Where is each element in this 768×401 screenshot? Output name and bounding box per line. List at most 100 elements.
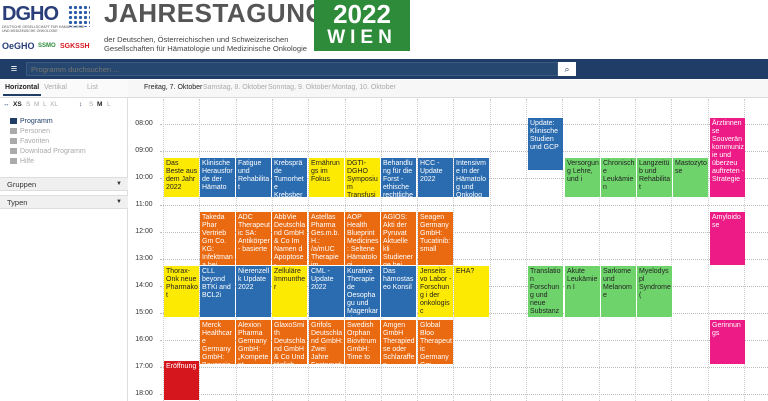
tab-day-4[interactable]: Montag, 10. Oktober — [332, 84, 396, 91]
tab-vertikal[interactable]: Vertikal — [44, 84, 67, 91]
size-l[interactable]: L — [43, 101, 47, 108]
tab-horizontal[interactable]: Horizontal — [3, 84, 42, 96]
session-block[interactable]: Update: Klinische Studien und GCP — [528, 118, 563, 170]
hour-label: 14:00 — [135, 282, 153, 289]
session-block[interactable]: Das Beste aus dem Jahr 2022 — [164, 158, 199, 197]
hour-label: 10:00 — [135, 174, 153, 181]
session-block[interactable]: Jenseits vo Labor - Forschung i der onko… — [418, 266, 453, 317]
session-block[interactable]: Zelluläre Immunther — [272, 266, 307, 317]
subtitle-line-1: der Deutschen, Österreichischen und Schw… — [104, 35, 289, 44]
hour-label: 15:00 — [135, 309, 153, 316]
session-block[interactable]: Gerinnungs — [710, 320, 745, 364]
session-block[interactable]: Swedish Orphan Biovitrum GmbH: Time to — [345, 320, 380, 364]
session-block[interactable]: GlaxoSmith Deutschland GmbH & Co Und täg… — [272, 320, 307, 364]
nav-download[interactable]: Download Programm — [10, 147, 86, 157]
event-city: WIEN — [327, 27, 397, 48]
session-block[interactable]: Eröffnung — [164, 361, 199, 400]
hour-label: 09:00 — [135, 147, 153, 154]
size-xl[interactable]: XL — [50, 101, 58, 108]
height-arrows-icon: ↕ — [79, 101, 83, 108]
session-block[interactable]: Takeda Phar Vertrieb Gm Co. KG: Infektma… — [200, 212, 235, 265]
dgho-logo[interactable]: DGHO DEUTSCHE GESELLSCHAFT FÜR HÄMATOLOG… — [2, 3, 94, 53]
search-bar: ≡ ⌕ — [0, 59, 768, 79]
schedule-grid: 08:00 09:00 10:00 11:00 12:00 13:00 14:00 15:00… — [128, 99, 768, 401]
session-block[interactable]: Langzeitüb und Rehabilitat — [637, 158, 672, 197]
person-icon — [10, 128, 17, 135]
session-block[interactable]: Klinische Herausforde der Hämato — [200, 158, 235, 197]
session-block[interactable]: Kurative Therapie de Oesophagu und Magen… — [345, 266, 380, 317]
size-s[interactable]: S — [26, 101, 30, 108]
sgkssh-logo: SGKSSH — [60, 43, 90, 50]
download-icon — [10, 148, 17, 155]
session-block[interactable]: Akute Leukämien I — [565, 266, 600, 317]
size-xs[interactable]: XS — [13, 101, 22, 108]
nav-favoriten[interactable]: Favoriten — [10, 137, 86, 147]
room-gridline — [163, 99, 164, 401]
nav-list: Programm Personen Favoriten Download Pro… — [10, 117, 86, 167]
height-s[interactable]: S — [89, 101, 93, 108]
room-gridline — [634, 99, 636, 401]
search-icon[interactable]: ⌕ — [558, 62, 576, 76]
session-block[interactable]: DGTI-DGHO Symposium Transfusion — [345, 158, 380, 197]
session-block[interactable]: Thorax-Onk neue Pharmakot — [164, 266, 199, 317]
chevron-down-icon: ▼ — [116, 181, 122, 187]
nav-programm[interactable]: Programm — [10, 117, 86, 127]
width-arrows-icon: ↔ — [3, 101, 10, 108]
dgho-subtitle: DEUTSCHE GESELLSCHAFT FÜR HÄMATOLOGIE UN… — [2, 25, 85, 33]
session-block[interactable]: Merck Healthcare Germany GmbH: Bavencio — [200, 320, 235, 364]
nav-hilfe[interactable]: Hilfe — [10, 157, 86, 167]
hour-label: 08:00 — [135, 120, 153, 127]
session-block[interactable]: Ernährungs im Fokus — [309, 158, 344, 197]
tab-day-1[interactable]: Freitag, 7. Oktober — [144, 84, 202, 91]
filter-typen[interactable]: Typen ▼ — [0, 195, 128, 209]
session-block[interactable]: Ärztinnense Souverän kommunizie und über… — [710, 118, 745, 197]
session-block[interactable]: CML - Update 2022 — [309, 266, 344, 317]
session-block[interactable]: Myelodyspl Syndrome ( — [637, 266, 672, 317]
session-block[interactable]: AGIOS: Akti der Pyruvat Aktuelle kli Stu… — [381, 212, 416, 265]
session-block[interactable]: Intensivme in der Hämatolog und Onkolog — [454, 158, 489, 197]
session-block[interactable]: Seagen Germany GmbH: Tucatinib: small — [418, 212, 453, 265]
session-block[interactable]: Nierenzellk Update 2022 — [236, 266, 271, 317]
help-icon — [10, 158, 17, 165]
event-year: 2022 — [333, 0, 391, 29]
height-l[interactable]: L — [107, 101, 111, 108]
session-block[interactable]: EHA? — [454, 266, 489, 317]
tab-list[interactable]: List — [87, 84, 98, 91]
wien-2022-logo: 2022 WIEN — [314, 0, 410, 51]
star-icon — [10, 138, 17, 145]
room-gridline — [489, 99, 491, 401]
menu-icon[interactable]: ≡ — [6, 62, 22, 76]
tab-day-3[interactable]: Sonntag, 9. Oktober — [268, 84, 331, 91]
session-block[interactable]: Astellas Pharma Ges.m.b.H.: /a/mUC Thera… — [309, 212, 344, 265]
session-block[interactable]: Amyloidose — [710, 212, 745, 265]
session-block[interactable]: Grifols Deutschland GmbH: Zwei Jahre Fos… — [309, 320, 344, 364]
session-block[interactable]: Alexion Pharma Germany GmbH: „Kompetent — [236, 320, 271, 364]
size-m[interactable]: M — [34, 101, 39, 108]
session-block[interactable]: Mastozytose — [673, 158, 708, 197]
session-block[interactable]: AOP Health Blueprint Medicines: Seltene … — [345, 212, 380, 265]
session-block[interactable]: CLL beyond BTKi and BCL2i — [200, 266, 235, 317]
room-gridline — [526, 99, 527, 401]
subtitle-line-2: Gesellschaften für Hämatologie und Mediz… — [104, 44, 308, 53]
session-block[interactable]: Translation Forschung und neue Substanze… — [528, 266, 563, 317]
session-block[interactable]: AbbVie Deutschland GmbH & Co Im Namen d … — [272, 212, 307, 265]
session-block[interactable]: Amgen GmbH Therapiedse oder Schlaraffen … — [381, 320, 416, 364]
session-block[interactable]: Sarkome und Melanome — [601, 266, 636, 317]
tab-day-2[interactable]: Samstag, 8. Oktober — [203, 84, 267, 91]
session-block[interactable]: HCC - Update 2022 — [418, 158, 453, 197]
nav-personen[interactable]: Personen — [10, 127, 86, 137]
session-block[interactable]: Global Bloo Therapeutic Germany Gm Thera… — [418, 320, 453, 364]
session-block[interactable]: Fatigue und Rehabilitat — [236, 158, 271, 197]
height-m[interactable]: M — [97, 101, 102, 108]
session-block[interactable]: ADC Therapeutic SA: Antikörper- basierte — [236, 212, 271, 265]
session-block[interactable]: Chronische Leukämien — [601, 158, 636, 197]
session-block[interactable]: Das hämostaseo Konsil — [381, 266, 416, 317]
page-title: JAHRESTAGUNG — [104, 0, 327, 28]
header: DGHO DEUTSCHE GESELLSCHAFT FÜR HÄMATOLOG… — [0, 0, 768, 58]
hour-label: 16:00 — [135, 336, 153, 343]
filter-gruppen[interactable]: Gruppen ▼ — [0, 177, 128, 191]
session-block[interactable]: Krebspräde Tumorhete Krebsberat — [272, 158, 307, 197]
search-input[interactable] — [26, 62, 558, 76]
session-block[interactable]: Behandlung für die Forst - ethische rech… — [381, 158, 416, 197]
session-block[interactable]: Versorgung Lehre, und i — [565, 158, 600, 197]
